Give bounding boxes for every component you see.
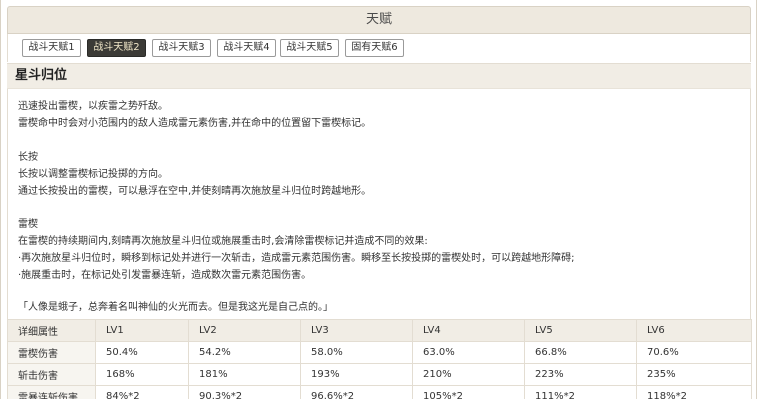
table-cell: 58.0% (300, 341, 413, 364)
table-row: 雷暴连斩伤害 84%*2 90.3%*2 96.6%*2 105%*2 111%… (7, 385, 752, 399)
talent-name: 星斗归位 (7, 63, 751, 89)
tab-combat-talent-2[interactable]: 战斗天赋2 (87, 39, 146, 57)
table-cell: 96.6%*2 (300, 385, 413, 399)
talent-description: 迅速投出雷楔，以疾雷之势歼敌。 雷楔命中时会对小范围内的敌人造成雷元素伤害,并在… (7, 89, 751, 319)
table-cell: 223% (524, 363, 637, 386)
table-header-row: 详细属性 LV1 LV2 LV3 LV4 LV5 LV6 (7, 319, 752, 342)
table-cell: 193% (300, 363, 413, 386)
table-cell: 90.3%*2 (188, 385, 301, 399)
table-cell: 118%*2 (636, 385, 752, 399)
table-cell: 54.2% (188, 341, 301, 364)
table-header-cell: LV3 (300, 319, 413, 342)
table-cell: 63.0% (412, 341, 525, 364)
table-cell-label: 雷暴连斩伤害 (7, 385, 96, 399)
table-cell: 235% (636, 363, 752, 386)
table-cell: 105%*2 (412, 385, 525, 399)
flavor-quote: 「人像是蛾子，总奔着名叫神仙的火光而去。但是我这光是自己点的。」 (18, 302, 333, 313)
table-cell: 84%*2 (95, 385, 189, 399)
description-line: ·再次施放星斗归位时，瞬移到标记处并进行一次斩击，造成雷元素范围伤害。瞬移至长按… (18, 253, 575, 264)
subheading-stiletto: 雷楔 (18, 219, 38, 230)
description-line: ·施展重击时，在标记处引发雷暴连斩，造成数次雷元素范围伤害。 (18, 270, 312, 281)
tab-passive-talent-6[interactable]: 固有天赋6 (345, 39, 404, 57)
table-header-cell: LV2 (188, 319, 301, 342)
tab-combat-talent-3[interactable]: 战斗天赋3 (152, 39, 211, 57)
table-cell: 111%*2 (524, 385, 637, 399)
tab-combat-talent-4[interactable]: 战斗天赋4 (217, 39, 276, 57)
description-line: 通过长按投出的雷楔，可以悬浮在空中,并使刻晴再次施放星斗归位时跨越地形。 (18, 186, 372, 197)
subheading-hold: 长按 (18, 152, 38, 163)
table-cell: 168% (95, 363, 189, 386)
table-header-cell: LV6 (636, 319, 752, 342)
table-cell: 50.4% (95, 341, 189, 364)
description-line: 迅速投出雷楔，以疾雷之势歼敌。 (18, 101, 168, 112)
table-header-cell: 详细属性 (7, 319, 96, 342)
tab-combat-talent-5[interactable]: 战斗天赋5 (280, 39, 339, 57)
table-cell: 210% (412, 363, 525, 386)
table-cell-label: 雷楔伤害 (7, 341, 96, 364)
talent-stats-table: 详细属性 LV1 LV2 LV3 LV4 LV5 LV6 雷楔伤害 50.4% … (7, 319, 752, 399)
talent-panel: 天赋 战斗天赋1 战斗天赋2 战斗天赋3 战斗天赋4 战斗天赋5 固有天赋6 星… (0, 0, 757, 399)
table-header-cell: LV4 (412, 319, 525, 342)
table-header-cell: LV5 (524, 319, 637, 342)
table-cell: 66.8% (524, 341, 637, 364)
table-row: 斩击伤害 168% 181% 193% 210% 223% 235% (7, 363, 752, 386)
table-row: 雷楔伤害 50.4% 54.2% 58.0% 63.0% 66.8% 70.6% (7, 341, 752, 364)
tab-combat-talent-1[interactable]: 战斗天赋1 (22, 39, 81, 57)
table-header-cell: LV1 (95, 319, 189, 342)
table-cell-label: 斩击伤害 (7, 363, 96, 386)
description-line: 在雷楔的持续期间内,刻晴再次施放星斗归位或施展重击时,会清除雷楔标记并造成不同的… (18, 236, 428, 247)
talent-tabs: 战斗天赋1 战斗天赋2 战斗天赋3 战斗天赋4 战斗天赋5 固有天赋6 (7, 34, 751, 62)
panel-title: 天赋 (7, 6, 751, 34)
table-cell: 181% (188, 363, 301, 386)
description-line: 长按以调整雷楔标记投掷的方向。 (18, 169, 168, 180)
table-cell: 70.6% (636, 341, 752, 364)
description-line: 雷楔命中时会对小范围内的敌人造成雷元素伤害,并在命中的位置留下雷楔标记。 (18, 118, 372, 129)
